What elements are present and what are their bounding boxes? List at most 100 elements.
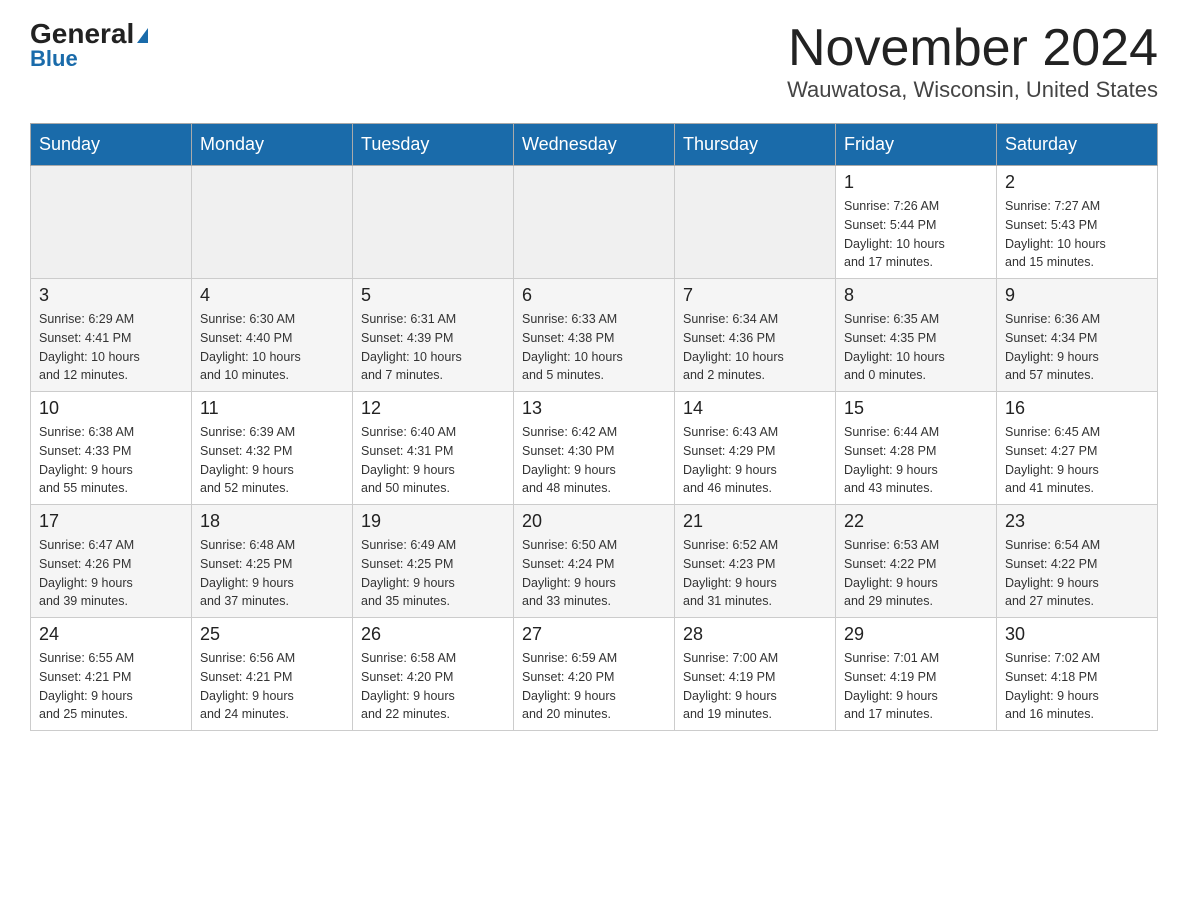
day-info: Sunrise: 6:33 AMSunset: 4:38 PMDaylight:… [522, 310, 666, 385]
day-number: 2 [1005, 172, 1149, 193]
day-info: Sunrise: 7:26 AMSunset: 5:44 PMDaylight:… [844, 197, 988, 272]
day-number: 26 [361, 624, 505, 645]
calendar-cell: 11Sunrise: 6:39 AMSunset: 4:32 PMDayligh… [192, 392, 353, 505]
day-number: 16 [1005, 398, 1149, 419]
day-info: Sunrise: 7:02 AMSunset: 4:18 PMDaylight:… [1005, 649, 1149, 724]
day-info: Sunrise: 6:29 AMSunset: 4:41 PMDaylight:… [39, 310, 183, 385]
calendar-header-friday: Friday [836, 124, 997, 166]
calendar-header-wednesday: Wednesday [514, 124, 675, 166]
day-number: 6 [522, 285, 666, 306]
calendar-header-row: SundayMondayTuesdayWednesdayThursdayFrid… [31, 124, 1158, 166]
day-number: 22 [844, 511, 988, 532]
calendar-cell [675, 166, 836, 279]
page-header: General Blue November 2024 Wauwatosa, Wi… [30, 20, 1158, 103]
day-number: 15 [844, 398, 988, 419]
title-block: November 2024 Wauwatosa, Wisconsin, Unit… [787, 20, 1158, 103]
day-info: Sunrise: 7:01 AMSunset: 4:19 PMDaylight:… [844, 649, 988, 724]
day-number: 25 [200, 624, 344, 645]
calendar-cell [31, 166, 192, 279]
calendar-cell: 28 Sunrise: 7:00 AMSunset: 4:19 PMDayligh… [675, 618, 836, 731]
calendar-cell: 3 Sunrise: 6:29 AMSunset: 4:41 PMDaylight… [31, 279, 192, 392]
day-number: 30 [1005, 624, 1149, 645]
calendar-cell: 30 Sunrise: 7:02 AMSunset: 4:18 PMDayligh… [997, 618, 1158, 731]
calendar-cell: 9 Sunrise: 6:36 AMSunset: 4:34 PMDaylight… [997, 279, 1158, 392]
calendar-cell [192, 166, 353, 279]
day-number: 10 [39, 398, 183, 419]
calendar-cell: 16 Sunrise: 6:45 AMSunset: 4:27 PMDayligh… [997, 392, 1158, 505]
calendar-cell: 15 Sunrise: 6:44 AMSunset: 4:28 PMDayligh… [836, 392, 997, 505]
day-info: Sunrise: 6:50 AMSunset: 4:24 PMDaylight:… [522, 536, 666, 611]
calendar-cell: 20 Sunrise: 6:50 AMSunset: 4:24 PMDayligh… [514, 505, 675, 618]
day-info: Sunrise: 6:36 AMSunset: 4:34 PMDaylight:… [1005, 310, 1149, 385]
day-number: 1 [844, 172, 988, 193]
calendar-cell: 17 Sunrise: 6:47 AMSunset: 4:26 PMDayligh… [31, 505, 192, 618]
day-number: 18 [200, 511, 344, 532]
calendar-week-3: 10 Sunrise: 6:38 AMSunset: 4:33 PMDayligh… [31, 392, 1158, 505]
day-info: Sunrise: 6:34 AMSunset: 4:36 PMDaylight:… [683, 310, 827, 385]
calendar-header-saturday: Saturday [997, 124, 1158, 166]
day-info: Sunrise: 6:58 AMSunset: 4:20 PMDaylight:… [361, 649, 505, 724]
logo-blue-text: Blue [30, 46, 78, 72]
calendar-cell: 18 Sunrise: 6:48 AMSunset: 4:25 PMDayligh… [192, 505, 353, 618]
calendar-header-sunday: Sunday [31, 124, 192, 166]
calendar-cell [514, 166, 675, 279]
calendar-header-monday: Monday [192, 124, 353, 166]
location-title: Wauwatosa, Wisconsin, United States [787, 77, 1158, 103]
calendar-week-2: 3 Sunrise: 6:29 AMSunset: 4:41 PMDaylight… [31, 279, 1158, 392]
day-info: Sunrise: 7:00 AMSunset: 4:19 PMDaylight:… [683, 649, 827, 724]
calendar-cell: 13 Sunrise: 6:42 AMSunset: 4:30 PMDayligh… [514, 392, 675, 505]
calendar-cell: 6 Sunrise: 6:33 AMSunset: 4:38 PMDaylight… [514, 279, 675, 392]
day-number: 14 [683, 398, 827, 419]
day-info: Sunrise: 6:54 AMSunset: 4:22 PMDaylight:… [1005, 536, 1149, 611]
day-info: Sunrise: 6:43 AMSunset: 4:29 PMDaylight:… [683, 423, 827, 498]
calendar-cell: 5Sunrise: 6:31 AMSunset: 4:39 PMDaylight… [353, 279, 514, 392]
day-number: 23 [1005, 511, 1149, 532]
month-title: November 2024 [787, 20, 1158, 77]
calendar-cell: 12Sunrise: 6:40 AMSunset: 4:31 PMDayligh… [353, 392, 514, 505]
day-info: Sunrise: 6:55 AMSunset: 4:21 PMDaylight:… [39, 649, 183, 724]
day-info: Sunrise: 6:38 AMSunset: 4:33 PMDaylight:… [39, 423, 183, 498]
day-info: Sunrise: 6:35 AMSunset: 4:35 PMDaylight:… [844, 310, 988, 385]
calendar-cell: 27 Sunrise: 6:59 AMSunset: 4:20 PMDayligh… [514, 618, 675, 731]
calendar-header-tuesday: Tuesday [353, 124, 514, 166]
calendar-cell: 1 Sunrise: 7:26 AMSunset: 5:44 PMDaylight… [836, 166, 997, 279]
calendar-cell: 26 Sunrise: 6:58 AMSunset: 4:20 PMDayligh… [353, 618, 514, 731]
calendar-cell: 22 Sunrise: 6:53 AMSunset: 4:22 PMDayligh… [836, 505, 997, 618]
day-number: 12 [361, 398, 505, 419]
calendar-cell: 24 Sunrise: 6:55 AMSunset: 4:21 PMDayligh… [31, 618, 192, 731]
day-number: 13 [522, 398, 666, 419]
day-info: Sunrise: 6:53 AMSunset: 4:22 PMDaylight:… [844, 536, 988, 611]
calendar-cell: 7Sunrise: 6:34 AMSunset: 4:36 PMDaylight… [675, 279, 836, 392]
day-number: 3 [39, 285, 183, 306]
calendar-table: SundayMondayTuesdayWednesdayThursdayFrid… [30, 123, 1158, 731]
calendar-cell: 21Sunrise: 6:52 AMSunset: 4:23 PMDayligh… [675, 505, 836, 618]
day-info: Sunrise: 7:27 AMSunset: 5:43 PMDaylight:… [1005, 197, 1149, 272]
day-number: 28 [683, 624, 827, 645]
day-info: Sunrise: 6:59 AMSunset: 4:20 PMDaylight:… [522, 649, 666, 724]
day-number: 9 [1005, 285, 1149, 306]
day-number: 11 [200, 398, 344, 419]
day-number: 17 [39, 511, 183, 532]
day-number: 20 [522, 511, 666, 532]
calendar-cell: 23 Sunrise: 6:54 AMSunset: 4:22 PMDayligh… [997, 505, 1158, 618]
day-number: 19 [361, 511, 505, 532]
day-number: 27 [522, 624, 666, 645]
day-info: Sunrise: 6:48 AMSunset: 4:25 PMDaylight:… [200, 536, 344, 611]
day-info: Sunrise: 6:45 AMSunset: 4:27 PMDaylight:… [1005, 423, 1149, 498]
day-info: Sunrise: 6:47 AMSunset: 4:26 PMDaylight:… [39, 536, 183, 611]
day-number: 24 [39, 624, 183, 645]
calendar-cell: 14 Sunrise: 6:43 AMSunset: 4:29 PMDayligh… [675, 392, 836, 505]
day-number: 29 [844, 624, 988, 645]
day-info: Sunrise: 6:56 AMSunset: 4:21 PMDaylight:… [200, 649, 344, 724]
day-info: Sunrise: 6:42 AMSunset: 4:30 PMDaylight:… [522, 423, 666, 498]
day-number: 21 [683, 511, 827, 532]
day-number: 5 [361, 285, 505, 306]
logo: General Blue [30, 20, 148, 72]
calendar-week-5: 24 Sunrise: 6:55 AMSunset: 4:21 PMDayligh… [31, 618, 1158, 731]
day-info: Sunrise: 6:44 AMSunset: 4:28 PMDaylight:… [844, 423, 988, 498]
calendar-cell: 8 Sunrise: 6:35 AMSunset: 4:35 PMDaylight… [836, 279, 997, 392]
day-number: 4 [200, 285, 344, 306]
day-number: 8 [844, 285, 988, 306]
calendar-week-1: 1 Sunrise: 7:26 AMSunset: 5:44 PMDaylight… [31, 166, 1158, 279]
calendar-week-4: 17 Sunrise: 6:47 AMSunset: 4:26 PMDayligh… [31, 505, 1158, 618]
